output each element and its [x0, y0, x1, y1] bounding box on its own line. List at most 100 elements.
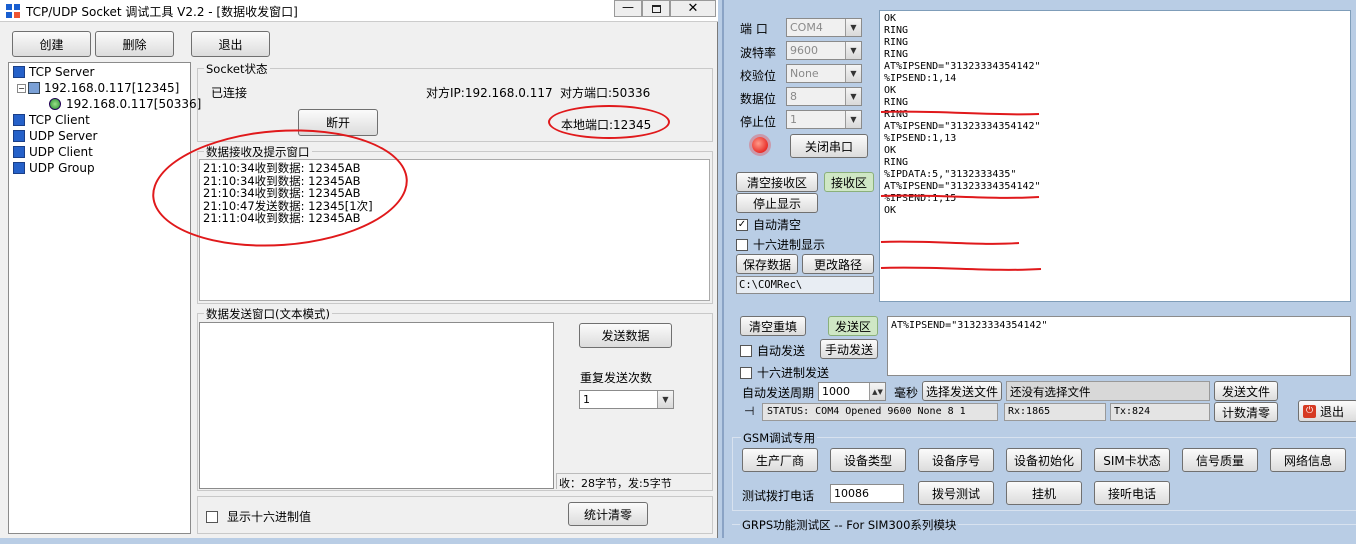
- clear-resend-button[interactable]: 清空重填: [740, 316, 806, 336]
- tree-item-udp-server[interactable]: UDP Server: [13, 129, 97, 143]
- databits-value: 8: [790, 90, 797, 103]
- gsm-device-init-button[interactable]: 设备初始化: [1006, 448, 1082, 472]
- save-path-field[interactable]: C:\COMRec\: [736, 276, 874, 294]
- serial-log-line: %IPSEND:1,14: [884, 73, 957, 84]
- tree-label: 192.168.0.117[50336]: [66, 97, 202, 111]
- chevron-down-icon: ▼: [845, 65, 861, 82]
- gsm-group-label: GSM调试专用: [741, 430, 818, 446]
- tree-item-tcp-client[interactable]: TCP Client: [13, 113, 90, 127]
- minimize-button[interactable]: —: [614, 0, 642, 17]
- maximize-button[interactable]: [642, 0, 670, 17]
- checkbox-box: [736, 238, 748, 251]
- rx-count: Rx:1865: [1004, 403, 1106, 421]
- send-textarea[interactable]: [199, 322, 554, 489]
- gsm-network-info-button[interactable]: 网络信息: [1270, 448, 1346, 472]
- hex-display-label: 十六进制显示: [753, 238, 826, 252]
- receive-area-button[interactable]: 接收区: [824, 172, 874, 192]
- stopbits-label: 停止位: [740, 115, 777, 129]
- file-status: 还没有选择文件: [1006, 381, 1210, 401]
- tree-item-udp-client[interactable]: UDP Client: [13, 145, 93, 159]
- answer-call-button[interactable]: 接听电话: [1094, 481, 1170, 505]
- baud-value: 9600: [790, 44, 818, 57]
- clear-receive-button[interactable]: 清空接收区: [736, 172, 818, 192]
- connected-icon: [49, 98, 61, 110]
- serial-send-textarea[interactable]: AT%IPSEND="31323334354142": [887, 316, 1351, 376]
- clear-stats-button[interactable]: 统计清零: [568, 502, 648, 526]
- send-period-value: 1000: [822, 385, 850, 398]
- repeat-count-select[interactable]: 1 ▼: [579, 390, 674, 409]
- choose-file-button[interactable]: 选择发送文件: [922, 381, 1002, 401]
- send-area-button[interactable]: 发送区: [828, 316, 878, 336]
- auto-send-checkbox[interactable]: 自动发送: [740, 342, 805, 359]
- chevron-down-icon: ▼: [845, 88, 861, 105]
- tree-label: UDP Group: [29, 161, 95, 175]
- annotation-circle-local-port: [548, 105, 670, 139]
- gprs-group: GRPS功能测试区 -- For SIM300系列模块: [732, 517, 1356, 544]
- close-button[interactable]: ✕: [670, 0, 716, 17]
- spinner-icon[interactable]: ▲▼: [869, 383, 885, 400]
- gsm-device-type-button[interactable]: 设备类型: [830, 448, 906, 472]
- gsm-manufacturer-button[interactable]: 生产厂商: [742, 448, 818, 472]
- tree-node-icon: [13, 162, 25, 174]
- serial-exit-button[interactable]: ⏻ 退出: [1298, 400, 1356, 422]
- send-period-input[interactable]: 1000 ▲▼: [818, 382, 886, 401]
- tree-item-client-ip[interactable]: 192.168.0.117[50336]: [49, 97, 201, 111]
- hangup-button[interactable]: 挂机: [1006, 481, 1082, 505]
- tree-item-tcp-server[interactable]: TCP Server: [13, 65, 94, 79]
- peer-port: 对方端口:50336: [560, 86, 651, 100]
- delete-button[interactable]: 删除: [95, 31, 174, 57]
- repeat-count-label: 重复发送次数: [580, 371, 653, 385]
- port-select[interactable]: COM4 ▼: [786, 18, 862, 37]
- receive-controls: 清空接收区 接收区 停止显示 ✓ 自动清空 十六进制显示 保存数据 更改路径 C:…: [732, 168, 874, 296]
- chevron-down-icon: ▼: [845, 111, 861, 128]
- tree-node-icon: [13, 130, 25, 142]
- period-unit: 毫秒: [894, 386, 919, 400]
- parity-value: None: [790, 67, 819, 80]
- change-path-button[interactable]: 更改路径: [802, 254, 874, 274]
- underline-mark: [880, 240, 1020, 245]
- gprs-group-label: GRPS功能测试区 -- For SIM300系列模块: [740, 517, 959, 533]
- tree-item-server-ip[interactable]: − 192.168.0.117[12345]: [17, 81, 179, 95]
- baud-label: 波特率: [740, 46, 777, 60]
- chevron-down-icon: ▼: [845, 19, 861, 36]
- save-data-button[interactable]: 保存数据: [736, 254, 798, 274]
- send-data-button[interactable]: 发送数据: [579, 323, 672, 348]
- databits-label: 数据位: [740, 92, 777, 106]
- app-icon: [6, 4, 20, 18]
- repeat-count-value: 1: [583, 393, 590, 406]
- send-controls: 清空重填 发送区 自动发送 手动发送 十六进制发送: [732, 312, 882, 382]
- parity-label: 校验位: [740, 69, 777, 83]
- gsm-sim-status-button[interactable]: SIM卡状态: [1094, 448, 1170, 472]
- hex-display-checkbox[interactable]: 十六进制显示: [736, 236, 825, 253]
- serial-log-line: RING: [884, 49, 909, 60]
- tree-item-udp-group[interactable]: UDP Group: [13, 161, 95, 175]
- gsm-device-serial-button[interactable]: 设备序号: [918, 448, 994, 472]
- socket-tool-window: TCP/UDP Socket 调试工具 V2.2 - [数据收发窗口] — ✕ …: [0, 0, 718, 538]
- underline-mark: [880, 194, 1040, 199]
- tree-node-icon: [13, 66, 25, 78]
- auto-clear-checkbox[interactable]: ✓ 自动清空: [736, 216, 801, 233]
- dial-test-button[interactable]: 拨号测试: [918, 481, 994, 505]
- hex-display-checkbox[interactable]: 显示十六进制值: [206, 508, 311, 525]
- exit-button[interactable]: 退出: [191, 31, 270, 57]
- hex-send-checkbox[interactable]: 十六进制发送: [740, 364, 829, 381]
- stop-display-button[interactable]: 停止显示: [736, 193, 818, 213]
- tree-label: TCP Server: [29, 65, 95, 79]
- manual-send-button[interactable]: 手动发送: [820, 339, 878, 359]
- close-port-button[interactable]: 关闭串口: [790, 134, 868, 158]
- dial-label: 测试拨打电话: [742, 489, 815, 503]
- status-text: STATUS: COM4 Opened 9600 None 8 1: [762, 403, 998, 421]
- stopbits-select[interactable]: 1 ▼: [786, 110, 862, 129]
- serial-log-line: OK: [884, 13, 897, 24]
- send-period-label: 自动发送周期: [742, 386, 815, 400]
- send-file-button[interactable]: 发送文件: [1214, 381, 1278, 401]
- parity-select[interactable]: None ▼: [786, 64, 862, 83]
- dial-number-input[interactable]: 10086: [830, 484, 904, 503]
- create-button[interactable]: 创建: [12, 31, 91, 57]
- baud-select[interactable]: 9600 ▼: [786, 41, 862, 60]
- checkbox-box: [206, 510, 218, 523]
- databits-select[interactable]: 8 ▼: [786, 87, 862, 106]
- reset-count-button[interactable]: 计数清零: [1214, 402, 1278, 422]
- gsm-signal-quality-button[interactable]: 信号质量: [1182, 448, 1258, 472]
- collapse-icon: −: [17, 83, 26, 93]
